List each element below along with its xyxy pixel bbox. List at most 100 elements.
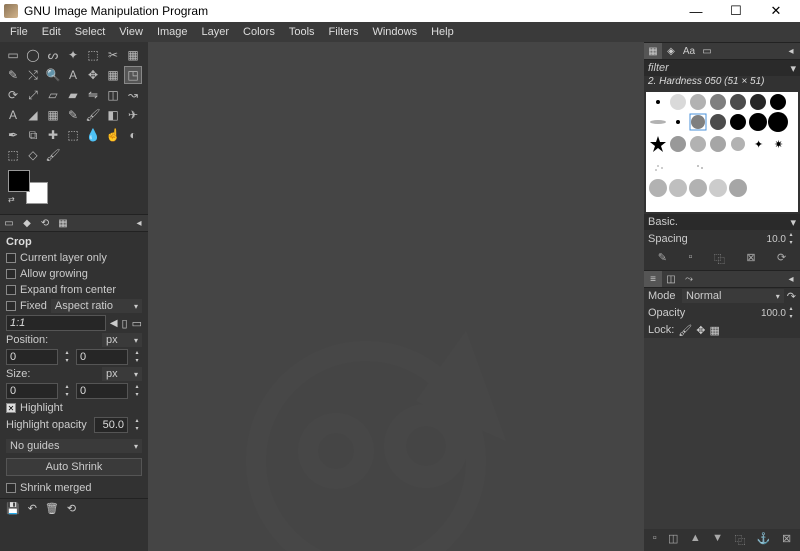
new-brush-icon[interactable]: ▫ <box>688 251 692 267</box>
canvas-area[interactable] <box>148 42 644 551</box>
shear-tool[interactable]: ▱ <box>44 86 62 104</box>
warp-tool[interactable]: ↝ <box>124 86 142 104</box>
opacity-value[interactable]: 100.0 <box>761 308 786 319</box>
duplicate-brush-icon[interactable]: ⿻ <box>714 251 725 267</box>
brush-tab-menu-icon[interactable]: ◂ <box>782 43 800 59</box>
tab-menu-icon[interactable]: ◂ <box>130 215 148 231</box>
aspect-dropdown[interactable]: Aspect ratio▾ <box>51 299 142 313</box>
mode-switch-icon[interactable]: ↷ <box>787 290 796 303</box>
filter-arrow-icon[interactable]: ▾ <box>790 62 796 75</box>
shrink-merged-check[interactable] <box>6 483 16 493</box>
text-tool[interactable]: A <box>4 106 22 124</box>
layer-down-icon[interactable]: ▼ <box>712 532 723 548</box>
delete-brush-icon[interactable]: ⊠ <box>746 251 755 267</box>
dodge-tool[interactable]: ◐ <box>124 126 142 144</box>
menu-help[interactable]: Help <box>425 24 460 40</box>
heal-tool[interactable]: ✚ <box>44 126 62 144</box>
cage-tool[interactable]: ◫ <box>104 86 122 104</box>
position-x-input[interactable]: 0 <box>6 349 58 365</box>
zoom-tool[interactable]: 🔍 <box>44 66 62 84</box>
guides-dropdown[interactable]: No guides▾ <box>6 439 142 453</box>
save-options-icon[interactable]: 💾 <box>6 502 20 515</box>
maximize-button[interactable]: ☐ <box>716 0 756 22</box>
menu-select[interactable]: Select <box>69 24 112 40</box>
highlight-check[interactable] <box>6 403 16 413</box>
spacing-value[interactable]: 10.0 <box>767 234 786 245</box>
layer-up-icon[interactable]: ▲ <box>690 532 701 548</box>
mypaint-tool[interactable]: 🖌 <box>44 146 62 164</box>
anchor-layer-icon[interactable]: ⚓ <box>757 532 771 548</box>
mode-dropdown[interactable]: Normal▾ <box>682 289 784 303</box>
reset-options-icon[interactable]: ⟲ <box>67 502 76 515</box>
expand-check[interactable] <box>6 285 16 295</box>
portrait-icon[interactable]: ▯ <box>122 317 128 330</box>
delete-layer-icon[interactable]: ⊠ <box>782 532 791 548</box>
close-button[interactable]: ✕ <box>756 0 796 22</box>
gradient-tool[interactable]: ▦ <box>44 106 62 124</box>
menu-windows[interactable]: Windows <box>366 24 423 40</box>
menu-filters[interactable]: Filters <box>323 24 365 40</box>
lock-position-icon[interactable]: ✥ <box>696 324 705 337</box>
ink-tool[interactable]: ✒ <box>4 126 22 144</box>
layer-tab-menu-icon[interactable]: ◂ <box>782 271 800 287</box>
size-y-input[interactable]: 0 <box>76 383 128 399</box>
current-layer-check[interactable] <box>6 253 16 263</box>
preset-label[interactable]: Basic. <box>648 216 790 228</box>
menu-tools[interactable]: Tools <box>283 24 321 40</box>
tab-layers[interactable]: ≡ <box>644 271 662 287</box>
foreground-tool[interactable]: ▦ <box>124 46 142 64</box>
fuzzy-select-tool[interactable]: ✦ <box>64 46 82 64</box>
measure-tool[interactable]: A <box>64 66 82 84</box>
airbrush-tool[interactable]: ✈ <box>124 106 142 124</box>
tab-undo[interactable]: ⟲ <box>36 215 54 231</box>
menu-layer[interactable]: Layer <box>196 24 236 40</box>
size-unit-dropdown[interactable]: px▾ <box>102 367 142 381</box>
preset-arrow-icon[interactable]: ▾ <box>790 216 796 229</box>
position-unit-dropdown[interactable]: px▾ <box>102 333 142 347</box>
lock-pixel-icon[interactable]: 🖌 <box>678 324 692 337</box>
rect-select-tool[interactable]: ▭ <box>4 46 22 64</box>
clear-icon[interactable]: ◀ <box>110 318 118 329</box>
duplicate-layer-icon[interactable]: ⿻ <box>734 532 745 548</box>
menu-file[interactable]: File <box>4 24 34 40</box>
picker-tool[interactable]: ⤭ <box>24 66 42 84</box>
fg-swatch[interactable] <box>8 170 30 192</box>
blur-tool[interactable]: 💧 <box>84 126 102 144</box>
ratio-input[interactable]: 1:1 <box>6 315 106 331</box>
move-tool[interactable]: ✥ <box>84 66 102 84</box>
swap-icon[interactable]: ⇄ <box>8 195 15 204</box>
bucket-tool[interactable]: ◢ <box>24 106 42 124</box>
menu-image[interactable]: Image <box>151 24 194 40</box>
clone-tool[interactable]: ⧉ <box>24 126 42 144</box>
menu-colors[interactable]: Colors <box>237 24 281 40</box>
new-layer-icon[interactable]: ▫ <box>653 532 657 548</box>
menu-edit[interactable]: Edit <box>36 24 67 40</box>
tab-images[interactable]: ▦ <box>54 215 72 231</box>
refresh-brush-icon[interactable]: ⟳ <box>777 251 786 267</box>
tab-paths[interactable]: ⤳ <box>680 271 698 287</box>
auto-shrink-button[interactable]: Auto Shrink <box>6 458 142 476</box>
align-tool[interactable]: ▦ <box>104 66 122 84</box>
size-x-input[interactable]: 0 <box>6 383 58 399</box>
flip-tool[interactable]: ⇋ <box>84 86 102 104</box>
rotate-tool[interactable]: ⟳ <box>4 86 22 104</box>
smudge-tool[interactable]: ☝ <box>104 126 122 144</box>
position-y-input[interactable]: 0 <box>76 349 128 365</box>
scale-tool[interactable]: ⤢ <box>24 86 42 104</box>
highlight-opacity-input[interactable]: 50.0 <box>94 417 128 433</box>
edit-brush-icon[interactable]: ✎ <box>658 251 667 267</box>
delete-options-icon[interactable]: 🗑 <box>45 502 59 515</box>
tab-device[interactable]: ◆ <box>18 215 36 231</box>
crop-tool[interactable]: ◳ <box>124 66 142 84</box>
filter-label[interactable]: filter <box>648 62 790 74</box>
layer-group-icon[interactable]: ◫ <box>668 532 678 548</box>
paths-tool[interactable]: ✎ <box>4 66 22 84</box>
tab-fonts[interactable]: Aa <box>680 43 698 59</box>
fixed-check[interactable] <box>6 301 16 311</box>
tab-patterns[interactable]: ◈ <box>662 43 680 59</box>
handle-transform-tool[interactable]: ◇ <box>24 146 42 164</box>
menu-view[interactable]: View <box>113 24 149 40</box>
minimize-button[interactable]: — <box>676 0 716 22</box>
tab-channels[interactable]: ◫ <box>662 271 680 287</box>
pencil-tool[interactable]: ✎ <box>64 106 82 124</box>
